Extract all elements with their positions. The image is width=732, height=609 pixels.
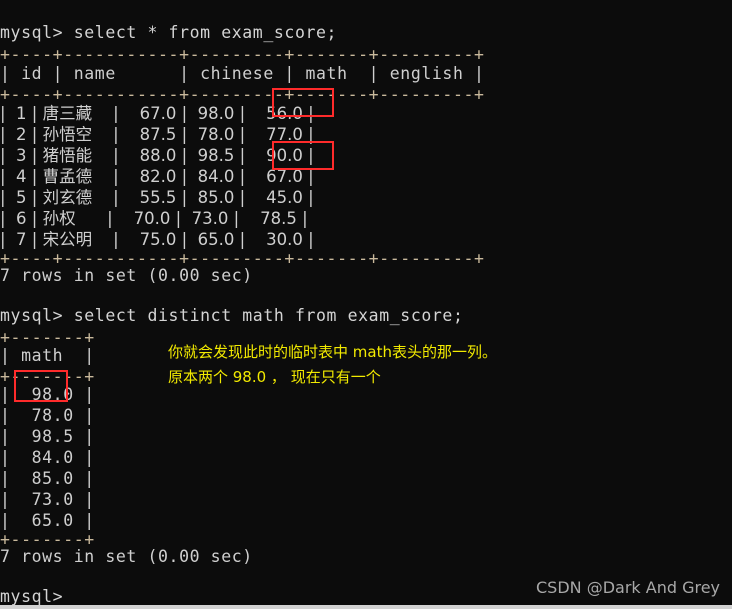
list-item: | 78.0 | [0,406,95,425]
command-line-select-distinct: mysql> select distinct math from exam_sc… [0,306,464,325]
list-item: | 65.0 | [0,511,95,530]
annotation-line-2: 原本两个 98.0 ， 现在只有一个 [168,368,381,386]
list-item: | 84.0 | [0,448,95,467]
list-item: | 98.0 | [0,385,95,404]
terminal-window[interactable]: mysql> select * from exam_score; +----+-… [0,0,732,607]
table1-header-row: | id | name | chinese | math | english | [0,64,485,83]
list-item: | 73.0 | [0,490,95,509]
table-row: | 7 | 宋公明 | 75.0 | 65.0 | 30.0 | [0,230,314,249]
table1-rule-top: +----+-----------+---------+-------+----… [0,45,485,64]
watermark-csdn: CSDN @Dark And Grey [536,578,721,597]
table-row: | 5 | 刘玄德 | 55.5 | 85.0 | 45.0 | [0,188,314,207]
table2-header-row: | math | [0,346,95,365]
table1-rule-mid: +----+-----------+---------+-------+----… [0,85,485,104]
table-row: | 3 | 猪悟能 | 88.0 | 98.5 | 90.0 | [0,146,314,165]
annotation-line-1: 你就会发现此时的临时表中 math表头的那一列。 [168,343,497,361]
table-row: | 6 | 孙权 | 70.0 | 73.0 | 78.5 | [0,209,308,228]
table-row: | 4 | 曹孟德 | 82.0 | 84.0 | 67.0 | [0,167,314,186]
table-row: | 1 | 唐三藏 | 67.0 | 98.0 | 56.0 | [0,104,314,123]
list-item: | 85.0 | [0,469,95,488]
command-line-select-all: mysql> select * from exam_score; [0,23,338,42]
final-prompt[interactable]: mysql> [0,586,63,607]
table-row: | 2 | 孙悟空 | 87.5 | 78.0 | 77.0 | [0,125,314,144]
bottom-edge-strip [0,605,732,609]
list-item: | 98.5 | [0,427,95,446]
terminal-screenshot: mysql> select * from exam_score; +----+-… [0,0,732,609]
table2-status-line: 7 rows in set (0.00 sec) [0,547,253,566]
table1-status-line: 7 rows in set (0.00 sec) [0,266,253,285]
